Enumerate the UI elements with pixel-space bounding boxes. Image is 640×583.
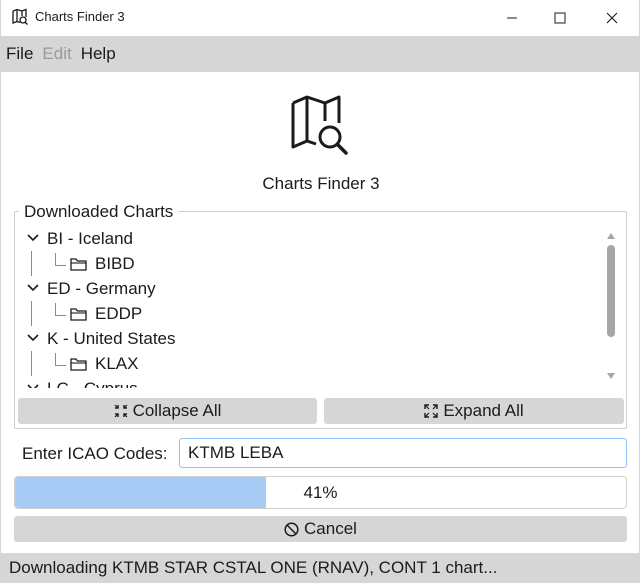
tree-elbow-line — [55, 253, 66, 266]
maximize-icon — [554, 12, 566, 24]
scrollbar-thumb[interactable] — [607, 245, 615, 337]
folder-icon — [70, 358, 87, 371]
expand-all-button[interactable]: Expand All — [324, 398, 624, 424]
icao-codes-input[interactable] — [179, 438, 627, 468]
status-text: Downloading KTMB STAR CSTAL ONE (RNAV), … — [9, 558, 498, 577]
tree-scrollbar[interactable] — [604, 230, 618, 382]
map-search-logo-icon — [291, 95, 348, 155]
collapse-icon — [114, 404, 128, 418]
folder-icon — [70, 258, 87, 271]
close-icon — [606, 12, 618, 24]
chevron-down-icon[interactable] — [27, 283, 39, 293]
close-button[interactable] — [589, 0, 635, 36]
status-bar: Downloading KTMB STAR CSTAL ONE (RNAV), … — [1, 553, 639, 583]
download-progress-bar: 41% — [14, 476, 627, 509]
downloaded-charts-title: Downloaded Charts — [19, 202, 179, 222]
cancel-label: Cancel — [304, 519, 357, 538]
collapse-all-button[interactable]: Collapse All — [18, 398, 317, 424]
folder-icon — [70, 308, 87, 321]
expand-icon — [424, 404, 439, 418]
collapse-all-label: Collapse All — [132, 401, 222, 420]
tree-airport-label: KLAX — [95, 354, 139, 373]
tree-airport-row[interactable]: BIBD — [21, 251, 601, 276]
tree-country-row[interactable]: BI - Iceland — [21, 226, 601, 251]
menu-bar: File Edit Help — [1, 36, 639, 72]
tree-country-label: K - United States — [47, 329, 176, 348]
app-name: Charts Finder 3 — [262, 174, 380, 193]
minimize-button[interactable] — [489, 0, 535, 36]
tree-airport-row[interactable]: KLAX — [21, 351, 601, 376]
menu-file[interactable]: File — [1, 44, 37, 64]
icao-codes-label: Enter ICAO Codes: — [22, 444, 168, 463]
tree-branch-line — [31, 251, 32, 276]
window-title: Charts Finder 3 — [35, 9, 125, 24]
menu-edit: Edit — [42, 44, 72, 63]
tree-branch-line — [31, 351, 32, 376]
tree-branch-line — [31, 301, 32, 326]
menu-help[interactable]: Help — [76, 44, 120, 64]
chevron-down-icon[interactable] — [27, 333, 39, 343]
tree-country-row[interactable]: K - United States — [21, 326, 601, 351]
tree-country-row[interactable]: LC - Cyprus — [21, 376, 601, 388]
tree-airport-row[interactable]: EDDP — [21, 301, 601, 326]
chevron-down-icon[interactable] — [27, 383, 39, 388]
cancel-icon — [284, 521, 299, 537]
app-window: Charts Finder 3 File Edit Help Charts Fi… — [0, 0, 640, 583]
tree-country-label: ED - Germany — [47, 279, 156, 298]
title-bar[interactable]: Charts Finder 3 — [1, 0, 639, 36]
tree-country-label: BI - Iceland — [47, 229, 133, 248]
tree-country-label: LC - Cyprus — [47, 376, 138, 388]
expand-all-label: Expand All — [443, 401, 524, 420]
scroll-up-arrow-icon[interactable] — [606, 232, 616, 240]
maximize-button[interactable] — [537, 0, 583, 36]
tree-airport-label: EDDP — [95, 304, 143, 323]
scroll-down-arrow-icon[interactable] — [606, 372, 616, 380]
map-search-icon — [12, 8, 28, 25]
chevron-down-icon[interactable] — [27, 233, 39, 243]
tree-elbow-line — [55, 303, 66, 316]
tree-airport-label: BIBD — [95, 254, 135, 273]
minimize-icon — [507, 17, 517, 19]
progress-percent-text: 41% — [303, 483, 338, 502]
tree-country-row[interactable]: ED - Germany — [21, 276, 601, 301]
tree-elbow-line — [55, 353, 66, 366]
charts-tree[interactable]: BI - Iceland BIBD ED - Germany EDDP K - … — [21, 226, 601, 388]
cancel-button[interactable]: Cancel — [14, 516, 627, 542]
